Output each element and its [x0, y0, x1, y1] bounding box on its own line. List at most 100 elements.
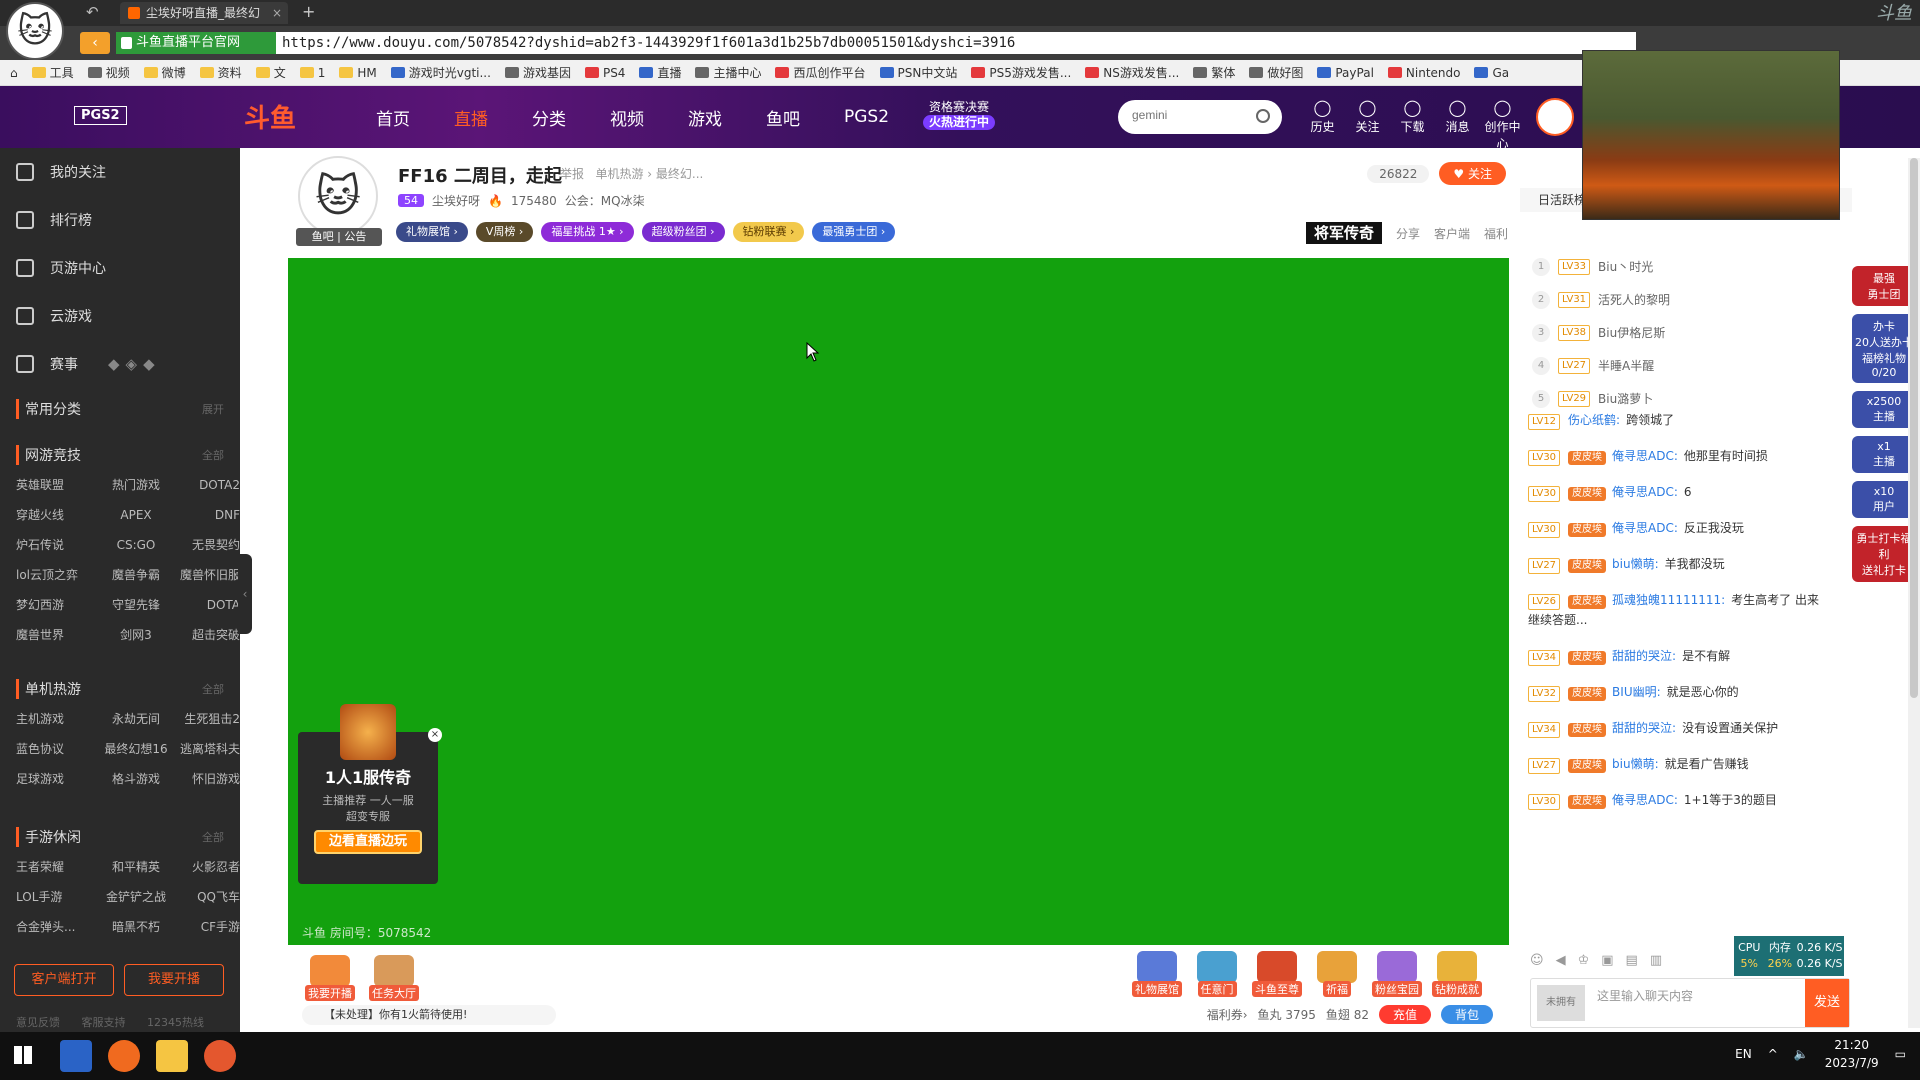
event-widget-card[interactable]: 办卡 20人送办卡福榜礼物 0/20: [1852, 314, 1916, 383]
chat-user-name[interactable]: 伤心纸鹤:: [1568, 413, 1620, 427]
bottom-item[interactable]: 斗鱼至尊: [1249, 951, 1305, 997]
search-icon[interactable]: [1256, 109, 1270, 123]
category-section-title[interactable]: 手游休闲: [16, 827, 81, 847]
fan-badge[interactable]: 皮皮埃: [1568, 451, 1607, 465]
category-section-title[interactable]: 网游竞技: [16, 445, 81, 465]
nav-3[interactable]: 视频: [610, 105, 644, 130]
rank-row[interactable]: 1 LV33 Biu丶时光: [1532, 250, 1832, 283]
bookmark-item[interactable]: 繁体: [1193, 64, 1235, 81]
bookmark-item[interactable]: 主播中心: [695, 64, 761, 81]
category-item[interactable]: LOL手游: [16, 882, 96, 912]
nav-6[interactable]: PGS2: [844, 107, 889, 127]
bookmark-item[interactable]: Ga: [1474, 66, 1509, 80]
header-download-button[interactable]: ◯ 下载: [1390, 98, 1435, 152]
browser-app-icon[interactable]: [108, 1040, 140, 1072]
fan-badge[interactable]: 皮皮埃: [1568, 759, 1607, 773]
bookmark-item[interactable]: PayPal: [1317, 66, 1374, 80]
category-item[interactable]: 足球游戏: [16, 764, 96, 794]
category-item[interactable]: 主机游戏: [16, 704, 96, 734]
notification-icon[interactable]: ▭: [1895, 1047, 1906, 1061]
nav-1[interactable]: 直播: [454, 105, 488, 130]
new-tab-button[interactable]: +: [302, 2, 315, 21]
bookmark-item[interactable]: 1: [299, 66, 325, 80]
event-widget-card[interactable]: x1 主播: [1852, 436, 1916, 473]
avatar-tabs[interactable]: 鱼吧 | 公告: [296, 228, 382, 246]
send-button[interactable]: 发送: [1805, 979, 1849, 1027]
volume-icon[interactable]: 🔈: [1794, 1047, 1809, 1061]
emoji-icon[interactable]: ☺: [1530, 953, 1544, 968]
chat-user-name[interactable]: 甜甜的哭泣:: [1612, 721, 1676, 735]
profile-avatar[interactable]: 🐱: [6, 2, 64, 60]
category-item[interactable]: 怀旧游戏: [176, 764, 256, 794]
ad-play-button[interactable]: 边看直播边玩: [314, 830, 422, 854]
nav-0[interactable]: 首页: [376, 105, 410, 130]
bookmark-item[interactable]: 微博: [143, 64, 186, 81]
category-item[interactable]: 火影忍者: [176, 852, 256, 882]
fan-badge[interactable]: 皮皮埃: [1568, 651, 1607, 665]
search-input[interactable]: [1132, 108, 1242, 122]
clock[interactable]: 21:20 2023/7/9: [1825, 1036, 1879, 1072]
nav-4[interactable]: 游戏: [688, 105, 722, 130]
category-item[interactable]: CF手游: [176, 912, 256, 942]
esports-logos-icon[interactable]: ◆◈◆: [108, 355, 161, 373]
fan-badge[interactable]: 皮皮埃: [1568, 595, 1607, 609]
streamer-name[interactable]: 尘埃好呀: [432, 192, 480, 209]
room-tag[interactable]: V周榜 ›: [475, 222, 534, 242]
medal-icon[interactable]: ♔: [1578, 953, 1590, 968]
category-item[interactable]: 金铲铲之战: [96, 882, 176, 912]
bookmark-item[interactable]: 游戏基因: [504, 64, 571, 81]
bookmark-item[interactable]: 直播: [639, 64, 681, 81]
language-indicator[interactable]: EN: [1735, 1047, 1752, 1061]
url-field[interactable]: https://www.douyu.com/5078542?dyshid=ab2…: [276, 32, 1636, 54]
room-tag[interactable]: 最强勇士团 ›: [812, 222, 896, 242]
category-item[interactable]: 王者荣耀: [16, 852, 96, 882]
back-button[interactable]: ‹: [80, 32, 110, 54]
category-item[interactable]: DOTA2: [176, 470, 256, 500]
sidebar-collapse-button[interactable]: ‹: [238, 554, 252, 634]
firefox-icon[interactable]: [204, 1040, 236, 1072]
screenshot-icon[interactable]: ▥: [1650, 953, 1662, 968]
bottom-item[interactable]: 我要开播: [302, 955, 358, 1001]
bookmark-item[interactable]: NS游戏发售...: [1085, 64, 1179, 81]
ad-close-icon[interactable]: ×: [428, 728, 442, 742]
video-player[interactable]: 1人1服传奇 主播推荐 一人一服 超变专服 边看直播边玩 × 斗鱼 房间号：50…: [288, 258, 1509, 945]
category-item[interactable]: 永劫无间: [96, 704, 176, 734]
bookmark-item[interactable]: 西瓜创作平台: [775, 64, 866, 81]
category-all-link[interactable]: 全部: [202, 447, 224, 463]
category-item[interactable]: 和平精英: [96, 852, 176, 882]
category-item[interactable]: 生死狙击2: [176, 704, 256, 734]
bottom-item[interactable]: 钻粉成就: [1429, 951, 1485, 997]
bag-button[interactable]: 背包: [1440, 1005, 1493, 1024]
category-item[interactable]: DNF: [176, 500, 256, 530]
category-item[interactable]: 合金弹头...: [16, 912, 96, 942]
bookmark-item[interactable]: PSN中文站: [879, 64, 957, 81]
browser-tab[interactable]: 尘埃好呀直播_最终幻 ×: [120, 2, 288, 24]
sidebar-item-0[interactable]: 我的关注: [0, 148, 240, 196]
sidebar-item-2[interactable]: 页游中心: [0, 244, 240, 292]
bookmark-item[interactable]: 工具: [31, 64, 74, 81]
room-tag[interactable]: 钻粉联赛 ›: [732, 222, 805, 242]
category-item[interactable]: 最终幻想16: [96, 734, 176, 764]
event-widget-card[interactable]: x10 用户: [1852, 481, 1916, 518]
douyu-logo[interactable]: 斗鱼: [244, 98, 296, 135]
tray-expand-icon[interactable]: ^: [1768, 1047, 1778, 1061]
client-button[interactable]: 客户端: [1434, 225, 1470, 242]
rank-row[interactable]: 2 LV31 活死人的黎明: [1532, 283, 1832, 316]
bookmark-item[interactable]: 游戏时光vgti...: [390, 64, 491, 81]
chat-user-name[interactable]: 俺寻思ADC:: [1612, 485, 1678, 499]
category-all-link[interactable]: 全部: [202, 829, 224, 845]
badge-icon[interactable]: ▣: [1601, 953, 1613, 968]
welfare-voucher-link[interactable]: 福利券›: [1207, 1006, 1248, 1023]
sidebar-item-4[interactable]: 赛事 ◆◈◆: [0, 340, 240, 388]
category-item[interactable]: 英雄联盟: [16, 470, 96, 500]
category-item[interactable]: APEX: [96, 500, 176, 530]
recharge-button[interactable]: 充值: [1378, 1005, 1431, 1024]
start-stream-button[interactable]: 我要开播: [124, 964, 224, 996]
category-item[interactable]: 热门游戏: [96, 470, 176, 500]
chat-user-name[interactable]: biu懒萌:: [1612, 757, 1659, 771]
user-avatar[interactable]: [1536, 98, 1574, 136]
pgs2-promo-banner[interactable]: 资格赛决赛 火热进行中: [918, 100, 1000, 136]
chat-input[interactable]: 这里输入聊天内容: [1597, 987, 1693, 1004]
header-lightbulb-button[interactable]: ◯ 创作中心: [1480, 98, 1525, 152]
category-item[interactable]: 格斗游戏: [96, 764, 176, 794]
